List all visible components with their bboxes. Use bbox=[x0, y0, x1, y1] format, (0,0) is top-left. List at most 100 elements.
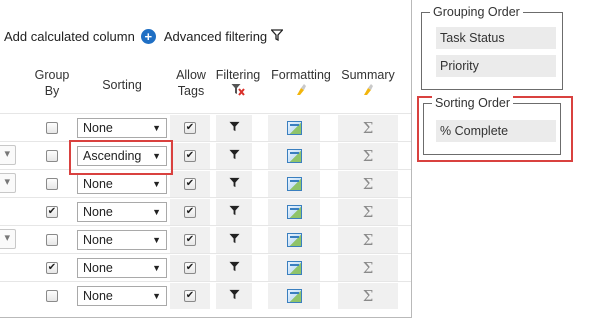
sigma-icon[interactable]: Σ bbox=[363, 287, 374, 305]
allow-tags-cell: ✔ bbox=[170, 226, 210, 254]
summary-cell: Σ bbox=[338, 198, 398, 226]
sorting-select[interactable]: None ▼ bbox=[77, 230, 167, 250]
allow-tags-checkbox[interactable]: ✔ bbox=[184, 178, 196, 190]
sorting-cell: None ▼ bbox=[76, 198, 168, 226]
add-calculated-column-link[interactable]: Add calculated column bbox=[4, 29, 135, 44]
sorting-cell: None ▼ bbox=[76, 114, 168, 142]
formatting-cell bbox=[268, 170, 320, 198]
dropdown-arrow-icon: ▼ bbox=[152, 207, 161, 217]
filter-cell bbox=[216, 226, 252, 254]
sigma-icon[interactable]: Σ bbox=[363, 259, 374, 277]
filter-cell bbox=[216, 142, 252, 170]
grouping-order-title: Grouping Order bbox=[430, 5, 523, 19]
sorting-cell: None ▼ bbox=[76, 254, 168, 282]
table-row: None ▼ ✔ Σ bbox=[0, 113, 411, 142]
allow-tags-checkbox[interactable]: ✔ bbox=[184, 234, 196, 246]
funnel-icon[interactable] bbox=[228, 205, 240, 219]
group-by-checkbox[interactable] bbox=[46, 150, 58, 162]
formatting-icon[interactable] bbox=[286, 261, 302, 275]
allow-tags-cell: ✔ bbox=[170, 170, 210, 198]
table-row: ✔ None ▼ ✔ Σ bbox=[0, 253, 411, 282]
table-row: Ascending▼✔Σ bbox=[0, 141, 411, 170]
funnel-icon[interactable] bbox=[270, 29, 285, 44]
filter-cell bbox=[216, 170, 252, 198]
sorting-value: None bbox=[83, 121, 113, 135]
sorting-order-box: Sorting Order % Complete bbox=[423, 96, 561, 155]
group-by-checkbox[interactable] bbox=[46, 234, 58, 246]
format-brush-icon[interactable] bbox=[294, 84, 308, 99]
sigma-icon[interactable]: Σ bbox=[363, 147, 374, 165]
funnel-icon[interactable] bbox=[228, 233, 240, 247]
allow-tags-cell: ✔ bbox=[170, 198, 210, 226]
formatting-cell bbox=[268, 254, 320, 282]
sigma-icon[interactable]: Σ bbox=[363, 119, 374, 137]
summary-cell: Σ bbox=[338, 226, 398, 254]
allow-tags-checkbox[interactable]: ✔ bbox=[184, 206, 196, 218]
clear-filter-icon[interactable] bbox=[231, 84, 245, 99]
summary-cell: Σ bbox=[338, 114, 398, 142]
group-by-checkbox[interactable]: ✔ bbox=[46, 206, 58, 218]
header-filtering: Filtering bbox=[211, 67, 265, 100]
header-sorting: Sorting bbox=[102, 78, 142, 92]
formatting-icon[interactable] bbox=[286, 289, 302, 303]
group-by-cell: ✔ bbox=[30, 254, 74, 282]
plus-circle-icon[interactable]: + bbox=[140, 29, 156, 44]
filter-cell bbox=[216, 282, 252, 310]
funnel-icon[interactable] bbox=[228, 261, 240, 275]
field-type-dropdown[interactable] bbox=[0, 173, 16, 193]
summary-brush-icon[interactable] bbox=[361, 84, 375, 99]
sorting-value: None bbox=[83, 233, 113, 247]
field-type-dropdown[interactable] bbox=[0, 229, 16, 249]
sigma-icon[interactable]: Σ bbox=[363, 203, 374, 221]
allow-tags-checkbox[interactable]: ✔ bbox=[184, 290, 196, 302]
sorting-select[interactable]: None ▼ bbox=[77, 118, 167, 138]
header-summary: Summary bbox=[337, 67, 399, 100]
funnel-icon[interactable] bbox=[228, 289, 240, 303]
group-by-cell: ✔ bbox=[30, 198, 74, 226]
funnel-icon[interactable] bbox=[228, 177, 240, 191]
grouping-item-task-status[interactable]: Task Status bbox=[436, 27, 556, 49]
summary-cell: Σ bbox=[338, 170, 398, 198]
formatting-icon[interactable] bbox=[286, 233, 302, 247]
formatting-icon[interactable] bbox=[286, 149, 302, 163]
formatting-cell bbox=[268, 114, 320, 142]
table-row: None ▼ ✔ Σ bbox=[0, 169, 411, 198]
sorting-value: None bbox=[83, 177, 113, 191]
sigma-icon[interactable]: Σ bbox=[363, 175, 374, 193]
group-by-checkbox[interactable] bbox=[46, 178, 58, 190]
sorting-value: None bbox=[83, 205, 113, 219]
formatting-icon[interactable] bbox=[286, 177, 302, 191]
group-by-checkbox[interactable] bbox=[46, 122, 58, 134]
funnel-icon[interactable] bbox=[228, 121, 240, 135]
allow-tags-cell: ✔ bbox=[170, 142, 210, 170]
sorting-cell: None ▼ bbox=[76, 226, 168, 254]
formatting-icon[interactable] bbox=[286, 205, 302, 219]
table-row: None ▼ ✔ Σ bbox=[0, 225, 411, 254]
field-type-dropdown[interactable] bbox=[0, 145, 16, 165]
sorting-item-percent-complete[interactable]: % Complete bbox=[436, 120, 556, 142]
header-formatting: Formatting bbox=[266, 67, 336, 100]
sorting-select[interactable]: None ▼ bbox=[77, 174, 167, 194]
group-by-checkbox[interactable] bbox=[46, 290, 58, 302]
grouping-item-priority[interactable]: Priority bbox=[436, 55, 556, 77]
dropdown-arrow-icon: ▼ bbox=[152, 123, 161, 133]
allow-tags-checkbox[interactable]: ✔ bbox=[184, 122, 196, 134]
sorting-select[interactable]: None ▼ bbox=[77, 258, 167, 278]
dropdown-arrow-icon: ▼ bbox=[152, 291, 161, 301]
allow-tags-checkbox[interactable]: ✔ bbox=[184, 262, 196, 274]
group-by-checkbox[interactable]: ✔ bbox=[46, 262, 58, 274]
sorting-select[interactable]: None ▼ bbox=[77, 286, 167, 306]
sorting-select[interactable]: None ▼ bbox=[77, 202, 167, 222]
sigma-icon[interactable]: Σ bbox=[363, 231, 374, 249]
summary-cell: Σ bbox=[338, 282, 398, 310]
dropdown-arrow-icon: ▼ bbox=[152, 179, 161, 189]
allow-tags-cell: ✔ bbox=[170, 254, 210, 282]
advanced-filtering-link[interactable]: Advanced filtering bbox=[164, 29, 267, 44]
allow-tags-checkbox[interactable]: ✔ bbox=[184, 150, 196, 162]
allow-tags-cell: ✔ bbox=[170, 114, 210, 142]
formatting-icon[interactable] bbox=[286, 121, 302, 135]
sorting-value: None bbox=[83, 289, 113, 303]
table-row: None ▼ ✔ Σ bbox=[0, 281, 411, 310]
dropdown-arrow-icon: ▼ bbox=[152, 263, 161, 273]
funnel-icon[interactable] bbox=[228, 149, 240, 163]
